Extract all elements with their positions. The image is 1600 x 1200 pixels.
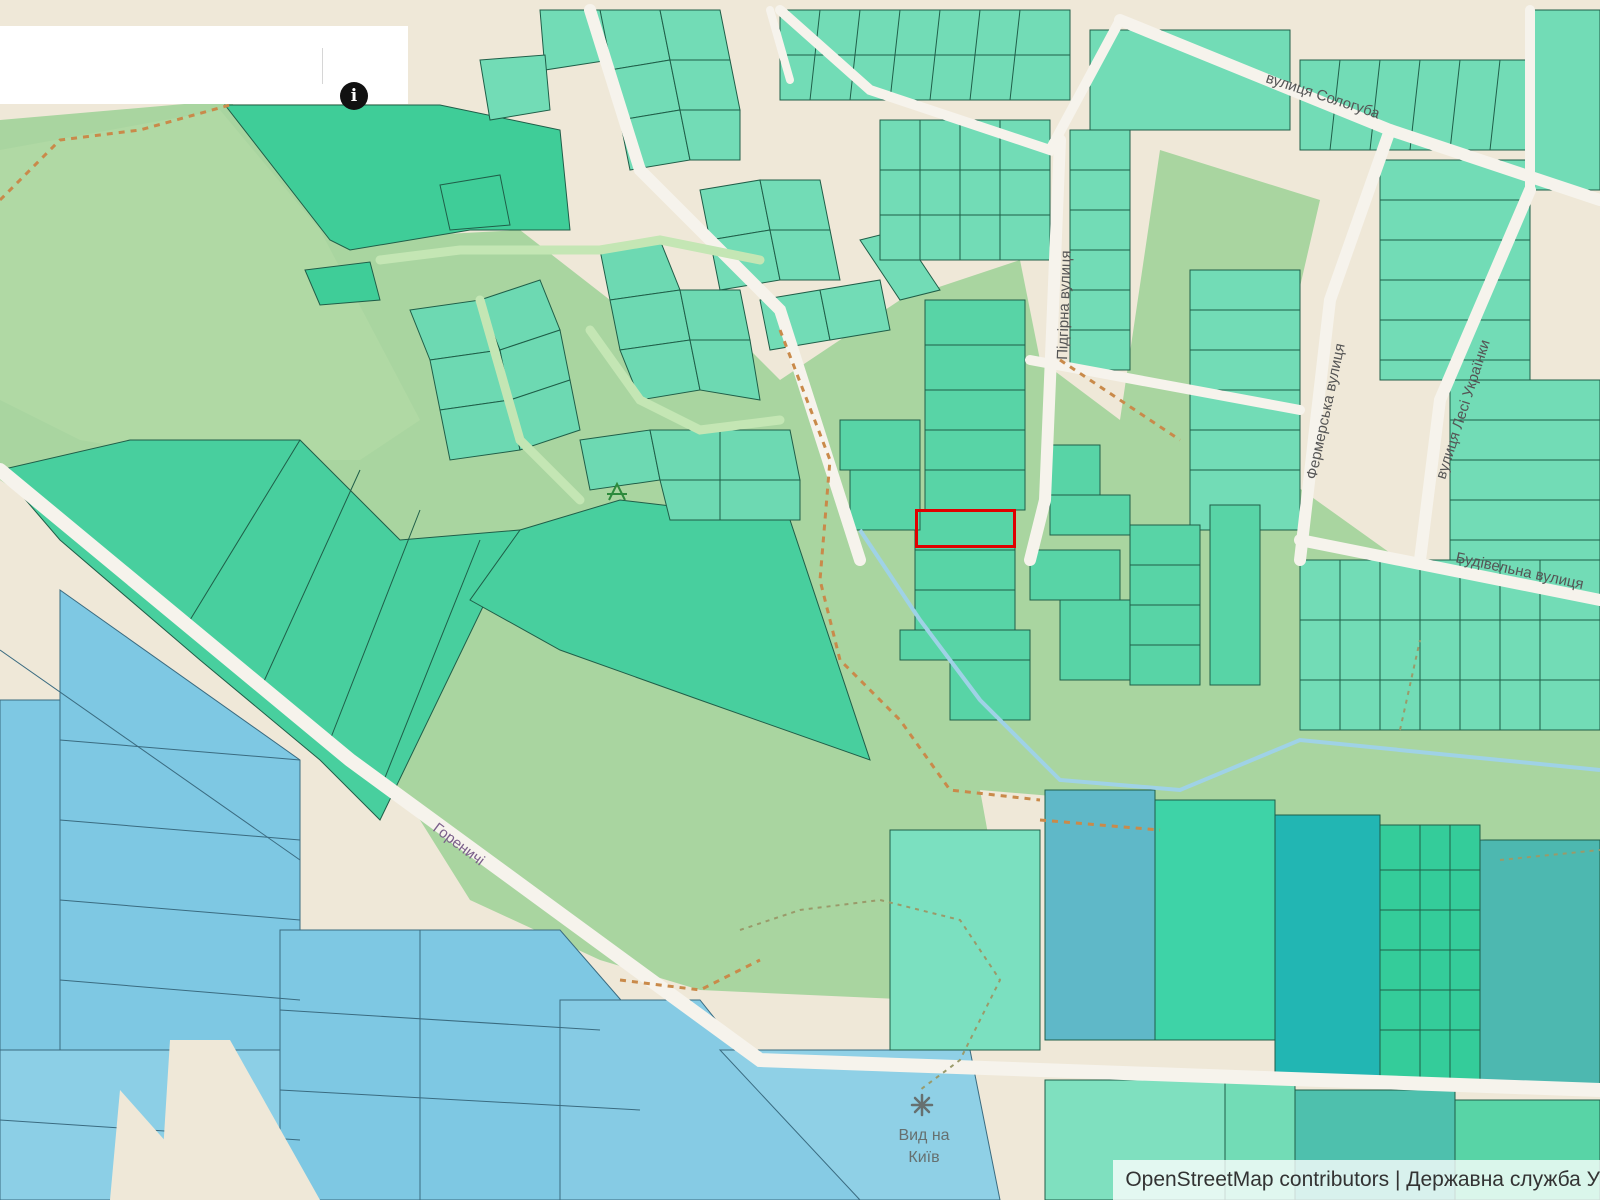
- attribution-separator: |: [1389, 1168, 1407, 1191]
- osm-attribution-link[interactable]: OpenStreetMap contributors: [1125, 1168, 1389, 1191]
- info-icon: i: [350, 86, 358, 106]
- panel-divider: [322, 48, 323, 84]
- svg-text:Вид на: Вид на: [898, 1127, 949, 1144]
- svg-text:Київ: Київ: [908, 1149, 939, 1166]
- selected-parcel-highlight[interactable]: [915, 509, 1016, 548]
- search-input[interactable]: [0, 26, 318, 104]
- search-panel: i: [0, 26, 408, 110]
- viewpoint-icon: [910, 1093, 934, 1117]
- map-attribution: OpenStreetMap contributors | Державна сл…: [1113, 1160, 1600, 1200]
- cadastre-attribution: Державна служба У: [1406, 1168, 1600, 1191]
- cadastral-map[interactable]: вулиця Сологуба Підгірна вулиця Фермерсь…: [0, 0, 1600, 1200]
- info-button[interactable]: i: [340, 82, 368, 110]
